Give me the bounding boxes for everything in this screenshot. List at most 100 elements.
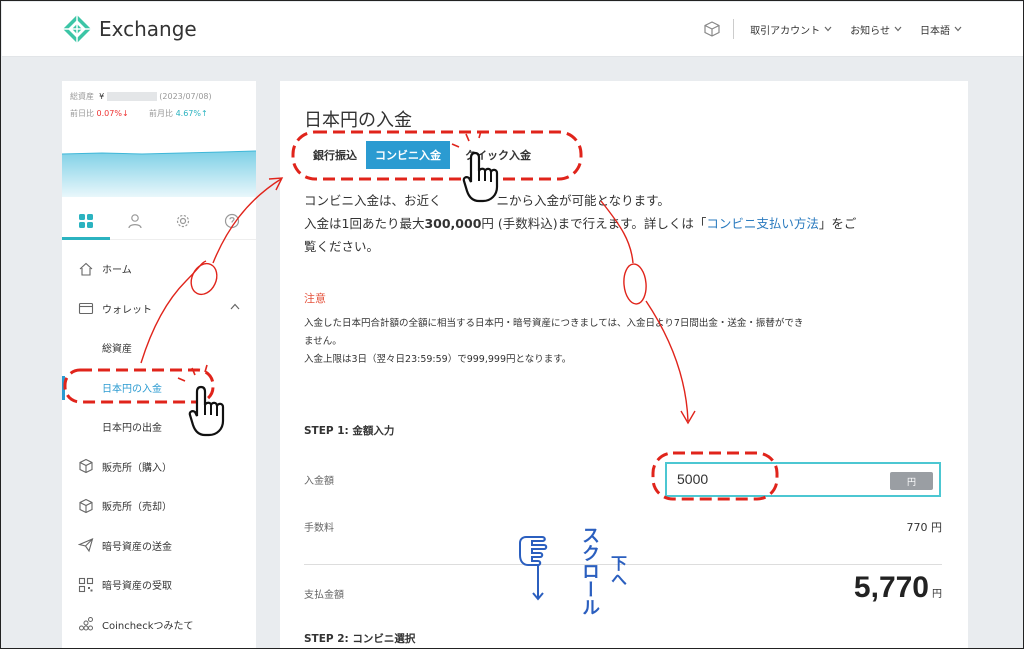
sidebar-item-label: ホーム (102, 265, 132, 277)
coins-icon (79, 617, 93, 631)
screenshot-frame: Exchange 取引アカウント お知らせ 日本語 総資産 ¥ (2023/07… (0, 0, 1024, 649)
sidebar-item-sell[interactable]: 販売所（売却） (62, 486, 256, 526)
step1-title: STEP 1: 金額入力 (304, 425, 395, 437)
chevron-down-icon (954, 26, 962, 32)
sidebar-item-wallet[interactable]: ウォレット (62, 289, 256, 329)
app-name: Exchange (99, 17, 197, 41)
sidebar-item-label: 日本円の出金 (102, 423, 162, 435)
chevron-down-icon (894, 26, 902, 32)
nav-separator (733, 19, 735, 39)
notice-body: 入金した日本円合計額の全額に相当する日本円・暗号資産につきましては、入金日より7… (304, 315, 954, 369)
sidebar-item-label: 販売所（売却） (102, 502, 172, 514)
wallet-icon (78, 303, 94, 315)
nav-language-label: 日本語 (920, 25, 950, 37)
sidebar-item-buy[interactable]: 販売所（購入） (62, 447, 256, 487)
month-change-value: 4.67%↑ (175, 109, 208, 118)
home-icon (79, 262, 93, 276)
sidebar-item-jpy-withdraw[interactable]: 日本円の出金 (62, 407, 256, 447)
desc-text: ニから入金が可能となります。 (496, 193, 670, 208)
sidebar-item-label: 総資産 (102, 344, 132, 356)
sidebar-item-tsumitate[interactable]: Coincheckつみたて (62, 605, 256, 645)
user-icon (128, 214, 142, 229)
desc-text: 」をご (818, 216, 857, 231)
tab-help[interactable] (208, 203, 257, 239)
tab-convenience-store[interactable]: コンビニ入金 (366, 141, 450, 169)
sidebar-item-jpy-deposit[interactable]: 日本円の入金 (62, 368, 256, 408)
currency-symbol: ¥ (99, 92, 105, 101)
sidebar-item-label: ウォレット (102, 304, 152, 316)
amount-field[interactable]: 円 (665, 462, 941, 497)
active-tab-indicator (62, 237, 110, 240)
desc-text: コンビニ入金は、お近く (304, 193, 442, 208)
tab-quick-deposit[interactable]: クイック入金 (456, 141, 540, 169)
asset-date: (2023/07/08) (159, 92, 212, 101)
day-change-label: 前日比 (70, 109, 94, 118)
deposit-method-tabs: 銀行振込 コンビニ入金 クイック入金 (304, 141, 540, 169)
qr-icon (78, 577, 94, 592)
notice-line: 入金した日本円合計額の全額に相当する日本円・暗号資産につきましては、入金日より7… (304, 318, 804, 329)
desc-line-1: コンビニ入金は、お近く ニから入金が可能となります。 (304, 189, 954, 212)
sidebar-item-label: Coincheckつみたて (102, 620, 194, 632)
dashboard-grid-icon (79, 214, 94, 228)
nav-trading-account-label: 取引アカウント (750, 25, 821, 37)
page-title: 日本円の入金 (304, 110, 412, 131)
total-label: 支払金額 (304, 590, 344, 601)
desc-text: 円 (手数料込)まで行えます。詳しくは「 (481, 216, 707, 231)
cube-icon (79, 459, 93, 474)
notice-line: 入金上限は3日（翌々日23:59:59）で999,999円となります。 (304, 354, 572, 365)
chevron-down-icon (824, 26, 832, 32)
cube-icon (79, 498, 93, 513)
notice-line: ません。 (304, 336, 342, 347)
convenience-payment-link[interactable]: コンビニ支払い方法 (706, 216, 819, 231)
change-row: 前日比 0.07%↓ 前月比 4.67%↑ (70, 105, 256, 122)
sidebar-item-label: 販売所（購入） (102, 462, 172, 474)
help-icon (224, 213, 239, 229)
cube-icon[interactable] (703, 20, 721, 38)
asset-summary: 総資産 ¥ (2023/07/08) 前日比 0.07%↓ 前月比 4.67%↑ (62, 81, 256, 122)
total-value: 5,770 (853, 571, 929, 604)
sidebar-item-receive-crypto[interactable]: 暗号資産の受取 (62, 565, 256, 605)
desc-line-3: 覧ください。 (304, 239, 380, 254)
scroll-hint-text: スクロール (579, 526, 600, 616)
tab-dashboard[interactable] (62, 203, 111, 239)
chevron-up-icon (230, 303, 240, 309)
desc-text: 入金は1回あたり最大 (304, 216, 425, 231)
day-change-value: 0.07%↓ (96, 109, 129, 118)
sidebar-item-label: 日本円の入金 (102, 383, 162, 395)
sidebar: 総資産 ¥ (2023/07/08) 前日比 0.07%↓ 前月比 4.67%↑ (62, 81, 257, 648)
nav-language[interactable]: 日本語 (920, 22, 962, 37)
nav-news[interactable]: お知らせ (850, 22, 902, 37)
fee-value: 770 円 (906, 521, 943, 534)
tab-user[interactable] (111, 203, 160, 239)
month-change-label: 前月比 (149, 109, 174, 118)
down-hint-text: 下へ (608, 555, 627, 587)
tab-settings[interactable] (159, 203, 208, 239)
total-assets-label: 総資産 (70, 92, 94, 101)
nav-news-label: お知らせ (850, 25, 890, 37)
amount-input[interactable] (677, 471, 837, 487)
max-amount: 300,000 (424, 216, 482, 231)
total-unit: 円 (932, 589, 942, 600)
sidebar-item-total-assets[interactable]: 総資産 (62, 328, 256, 368)
total-amount: 5,770 円 (854, 571, 942, 605)
nav-trading-account[interactable]: 取引アカウント (750, 22, 832, 37)
send-icon (78, 538, 94, 553)
active-item-bar (62, 375, 65, 400)
sidebar-item-label: 暗号資産の受取 (102, 581, 172, 593)
desc-line-2: 入金は1回あたり最大300,000円 (手数料込)まで行えます。詳しくは「コンビ… (304, 212, 954, 235)
sidebar-menu: ホーム ウォレット 総資産 日本円の入金 日本円の出金 販売所（購入） 販売所（… (62, 249, 256, 644)
notice-title: 注意 (304, 292, 326, 305)
blurred-total-value (106, 92, 157, 101)
sidebar-item-send-crypto[interactable]: 暗号資産の送金 (62, 526, 256, 566)
exchange-logo-icon (63, 15, 91, 43)
tab-bank-transfer[interactable]: 銀行振込 (304, 141, 366, 169)
asset-trend-chart (62, 150, 256, 197)
deposit-description: コンビニ入金は、お近く ニから入金が可能となります。 入金は1回あたり最大300,… (304, 189, 954, 258)
step2-title: STEP 2: コンビニ選択 (304, 633, 416, 645)
fee-label: 手数料 (304, 523, 334, 534)
sidebar-item-label: 暗号資産の送金 (102, 541, 172, 553)
gear-icon (177, 214, 190, 228)
sidebar-item-home[interactable]: ホーム (62, 249, 256, 289)
logo[interactable]: Exchange (62, 14, 197, 44)
top-navbar: Exchange 取引アカウント お知らせ 日本語 (2, 2, 1023, 57)
